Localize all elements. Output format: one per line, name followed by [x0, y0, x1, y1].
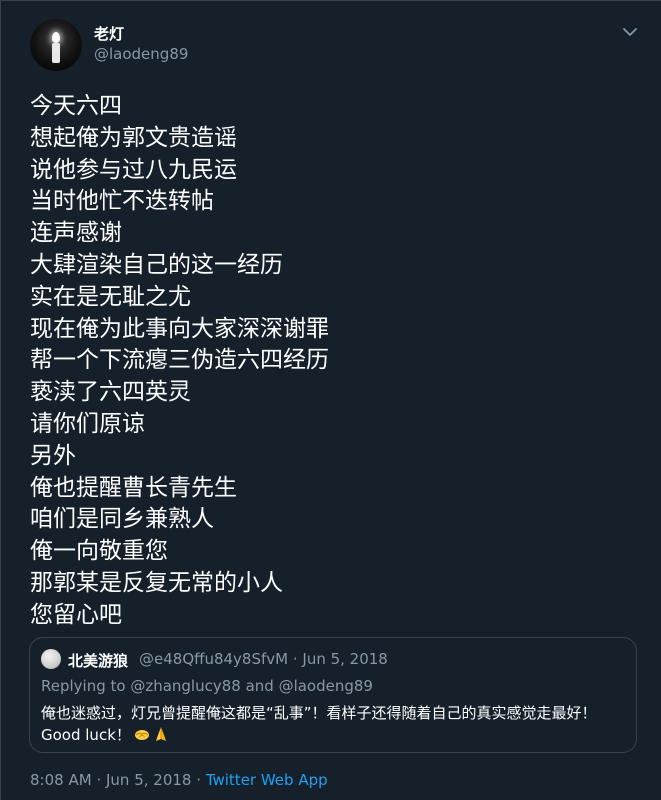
- tweet-line: 俺也提醒曹长青先生: [30, 474, 237, 501]
- tweet-line: 那郭某是反复无常的小人: [30, 569, 283, 596]
- tweet-line: 今天六四: [30, 93, 122, 119]
- author-handle[interactable]: @laodeng89: [94, 45, 188, 63]
- quoted-tweet[interactable]: 北美游狼 @e48Qffu84y8SfvM · Jun 5, 2018 Repl…: [29, 637, 637, 753]
- quoted-text: 俺也迷惑过，灯兄曾提醒俺这都是“乱事”！看样子还得随着自己的真实感觉走最好！Go…: [41, 702, 626, 746]
- quoted-avatar: [41, 649, 61, 669]
- meta-separator: ·: [96, 771, 102, 789]
- tweet-line: 亵渎了六四英灵: [30, 379, 191, 406]
- tweet-date[interactable]: Jun 5, 2018: [106, 771, 191, 789]
- chevron-down-icon[interactable]: [621, 23, 639, 41]
- tweet-line: 另外: [30, 442, 76, 469]
- tweet-line: 大肆渲染自己的这一经历: [30, 251, 283, 278]
- candle-flame-icon: [52, 32, 60, 43]
- tweet-line: 说他参与过八九民运: [30, 156, 237, 183]
- source-app-link[interactable]: Twitter Web App: [206, 771, 328, 789]
- tweet-time[interactable]: 8:08 AM: [30, 771, 92, 789]
- tweet-text: 今天六四 想起俺为郭文贵造谣 说他参与过八九民运 当时他忙不迭转帖 连声感谢 大…: [30, 91, 630, 632]
- tweet-line: 帮一个下流瘪三伪造六四经历: [30, 347, 329, 374]
- tweet-line: 咱们是同乡兼熟人: [30, 506, 214, 533]
- handshake-icon: [134, 730, 149, 740]
- tweet-line: 俺一向敬重您: [30, 538, 168, 565]
- tweet-line: 现在俺为此事向大家深深谢罪: [30, 315, 329, 342]
- folded-hands-icon: [155, 727, 166, 741]
- quoted-replying-to: Replying to @zhanglucy88 and @laodeng89: [41, 677, 373, 695]
- tweet-meta: 8:08 AM · Jun 5, 2018 · Twitter Web App: [30, 771, 328, 789]
- tweet-line: 您留心吧: [30, 601, 122, 628]
- meta-separator: ·: [196, 771, 202, 789]
- tweet-line: 想起俺为郭文贵造谣: [30, 124, 237, 151]
- author-display-name[interactable]: 老灯: [94, 23, 124, 44]
- tweet-line: 当时他忙不迭转帖: [30, 188, 214, 215]
- candle-icon: [52, 43, 60, 63]
- tweet-line: 实在是无耻之尤: [30, 283, 191, 310]
- tweet-line: 请你们原谅: [30, 410, 145, 437]
- tweet-line: 连声感谢: [30, 220, 122, 247]
- quoted-text-body: 俺也迷惑过，灯兄曾提醒俺这都是“乱事”！看样子还得随着自己的真实感觉走最好！Go…: [41, 704, 597, 744]
- avatar[interactable]: [30, 19, 82, 71]
- quoted-display-name: 北美游狼: [68, 652, 129, 670]
- quoted-handle-date: @e48Qffu84y8SfvM · Jun 5, 2018: [139, 650, 388, 668]
- tweet-card: 老灯 @laodeng89 今天六四 想起俺为郭文贵造谣 说他参与过八九民运 当…: [0, 0, 661, 800]
